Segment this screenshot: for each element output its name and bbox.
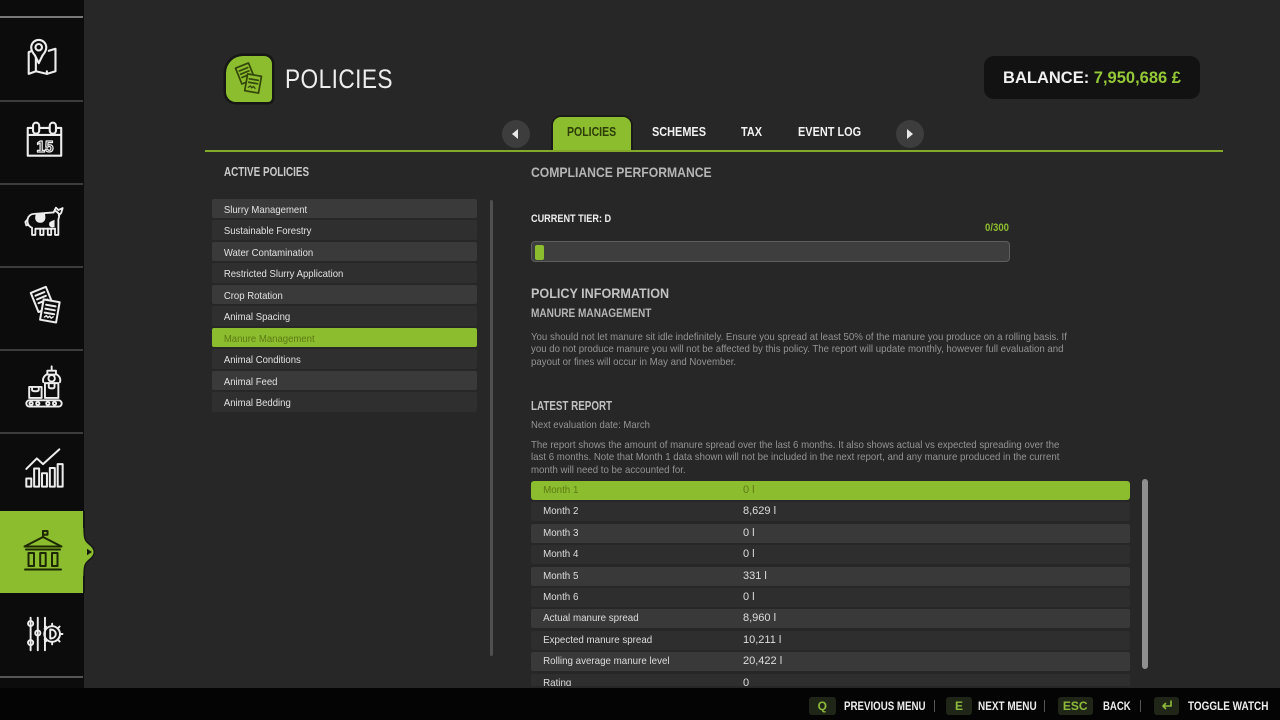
svg-text:15: 15 <box>36 139 54 156</box>
